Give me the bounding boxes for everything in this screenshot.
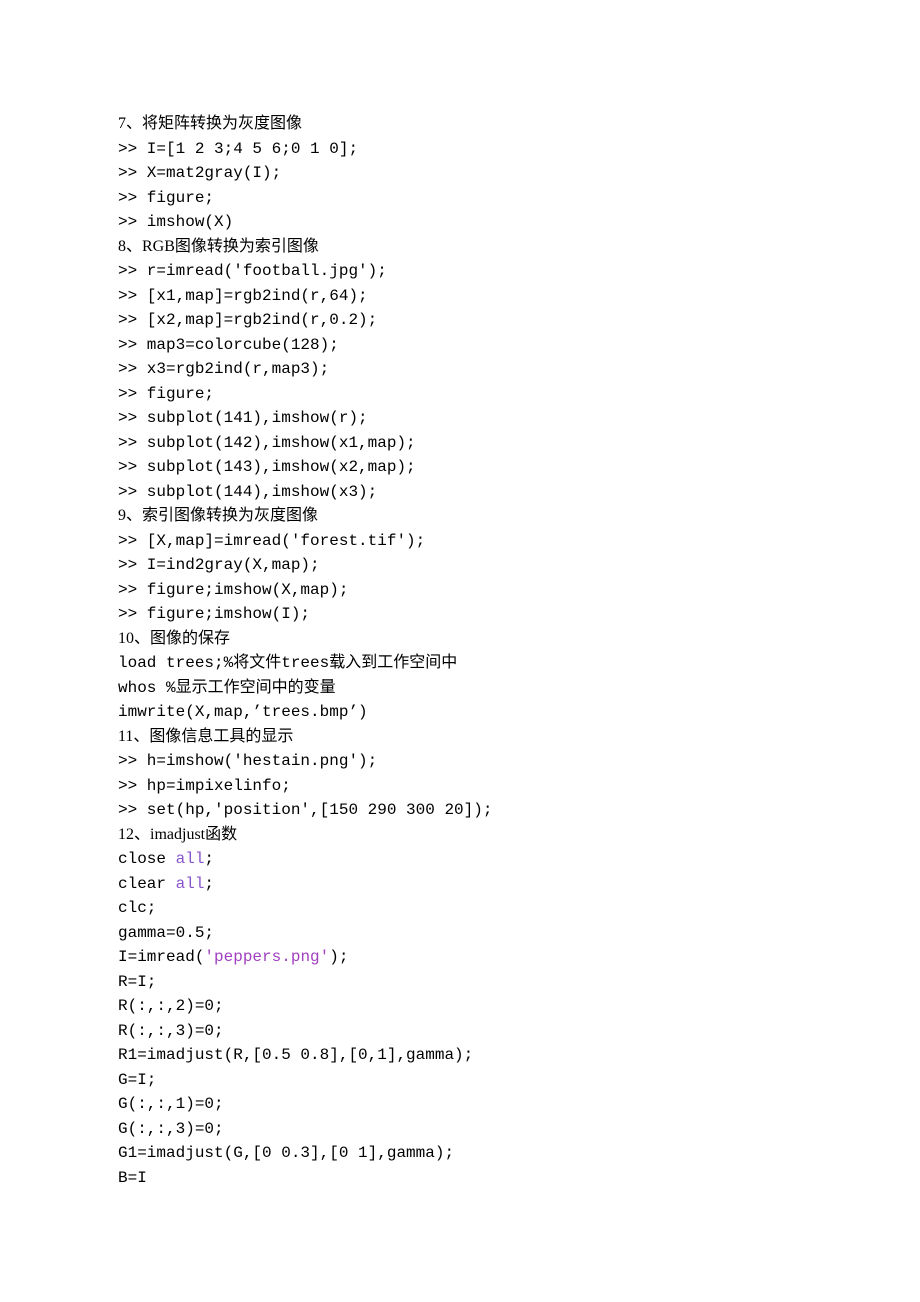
code-line: R=I; [118, 970, 802, 995]
code-line: >> I=[1 2 3;4 5 6;0 1 0]; [118, 137, 802, 162]
code-line: 7、将矩阵转换为灰度图像 [118, 112, 802, 137]
document-page: 7、将矩阵转换为灰度图像>> I=[1 2 3;4 5 6;0 1 0];>> … [0, 0, 920, 1250]
code-line: R(:,:,2)=0; [118, 994, 802, 1019]
code-line: >> figure;imshow(X,map); [118, 578, 802, 603]
code-line: 9、索引图像转换为灰度图像 [118, 504, 802, 529]
code-line: whos %显示工作空间中的变量 [118, 676, 802, 701]
code-line: >> [X,map]=imread('forest.tif'); [118, 529, 802, 554]
code-line: G(:,:,1)=0; [118, 1092, 802, 1117]
code-line: >> figure;imshow(I); [118, 602, 802, 627]
code-line: >> subplot(141),imshow(r); [118, 406, 802, 431]
code-line: >> I=ind2gray(X,map); [118, 553, 802, 578]
code-line: >> map3=colorcube(128); [118, 333, 802, 358]
code-line: >> hp=impixelinfo; [118, 774, 802, 799]
code-line: >> figure; [118, 382, 802, 407]
code-line: >> [x1,map]=rgb2ind(r,64); [118, 284, 802, 309]
code-line: G(:,:,3)=0; [118, 1117, 802, 1142]
code-line: 10、图像的保存 [118, 627, 802, 652]
code-line: >> h=imshow('hestain.png'); [118, 749, 802, 774]
code-line: >> set(hp,'position',[150 290 300 20]); [118, 798, 802, 823]
code-line: clear all; [118, 872, 802, 897]
code-line: G=I; [118, 1068, 802, 1093]
code-line: >> subplot(143),imshow(x2,map); [118, 455, 802, 480]
code-line: B=I [118, 1166, 802, 1191]
code-line: 8、RGB图像转换为索引图像 [118, 235, 802, 260]
code-line: close all; [118, 847, 802, 872]
code-line: >> r=imread('football.jpg'); [118, 259, 802, 284]
code-line: >> subplot(144),imshow(x3); [118, 480, 802, 505]
code-line: clc; [118, 896, 802, 921]
code-line: load trees;%将文件trees载入到工作空间中 [118, 651, 802, 676]
code-line: >> X=mat2gray(I); [118, 161, 802, 186]
code-line: imwrite(X,map,’trees.bmp’) [118, 700, 802, 725]
code-line: >> subplot(142),imshow(x1,map); [118, 431, 802, 456]
code-line: G1=imadjust(G,[0 0.3],[0 1],gamma); [118, 1141, 802, 1166]
code-line: I=imread('peppers.png'); [118, 945, 802, 970]
code-line: gamma=0.5; [118, 921, 802, 946]
code-line: >> [x2,map]=rgb2ind(r,0.2); [118, 308, 802, 333]
code-line: 12、imadjust函数 [118, 823, 802, 848]
code-line: >> x3=rgb2ind(r,map3); [118, 357, 802, 382]
code-line: >> imshow(X) [118, 210, 802, 235]
code-line: 11、图像信息工具的显示 [118, 725, 802, 750]
code-line: R1=imadjust(R,[0.5 0.8],[0,1],gamma); [118, 1043, 802, 1068]
code-line: >> figure; [118, 186, 802, 211]
code-line: R(:,:,3)=0; [118, 1019, 802, 1044]
